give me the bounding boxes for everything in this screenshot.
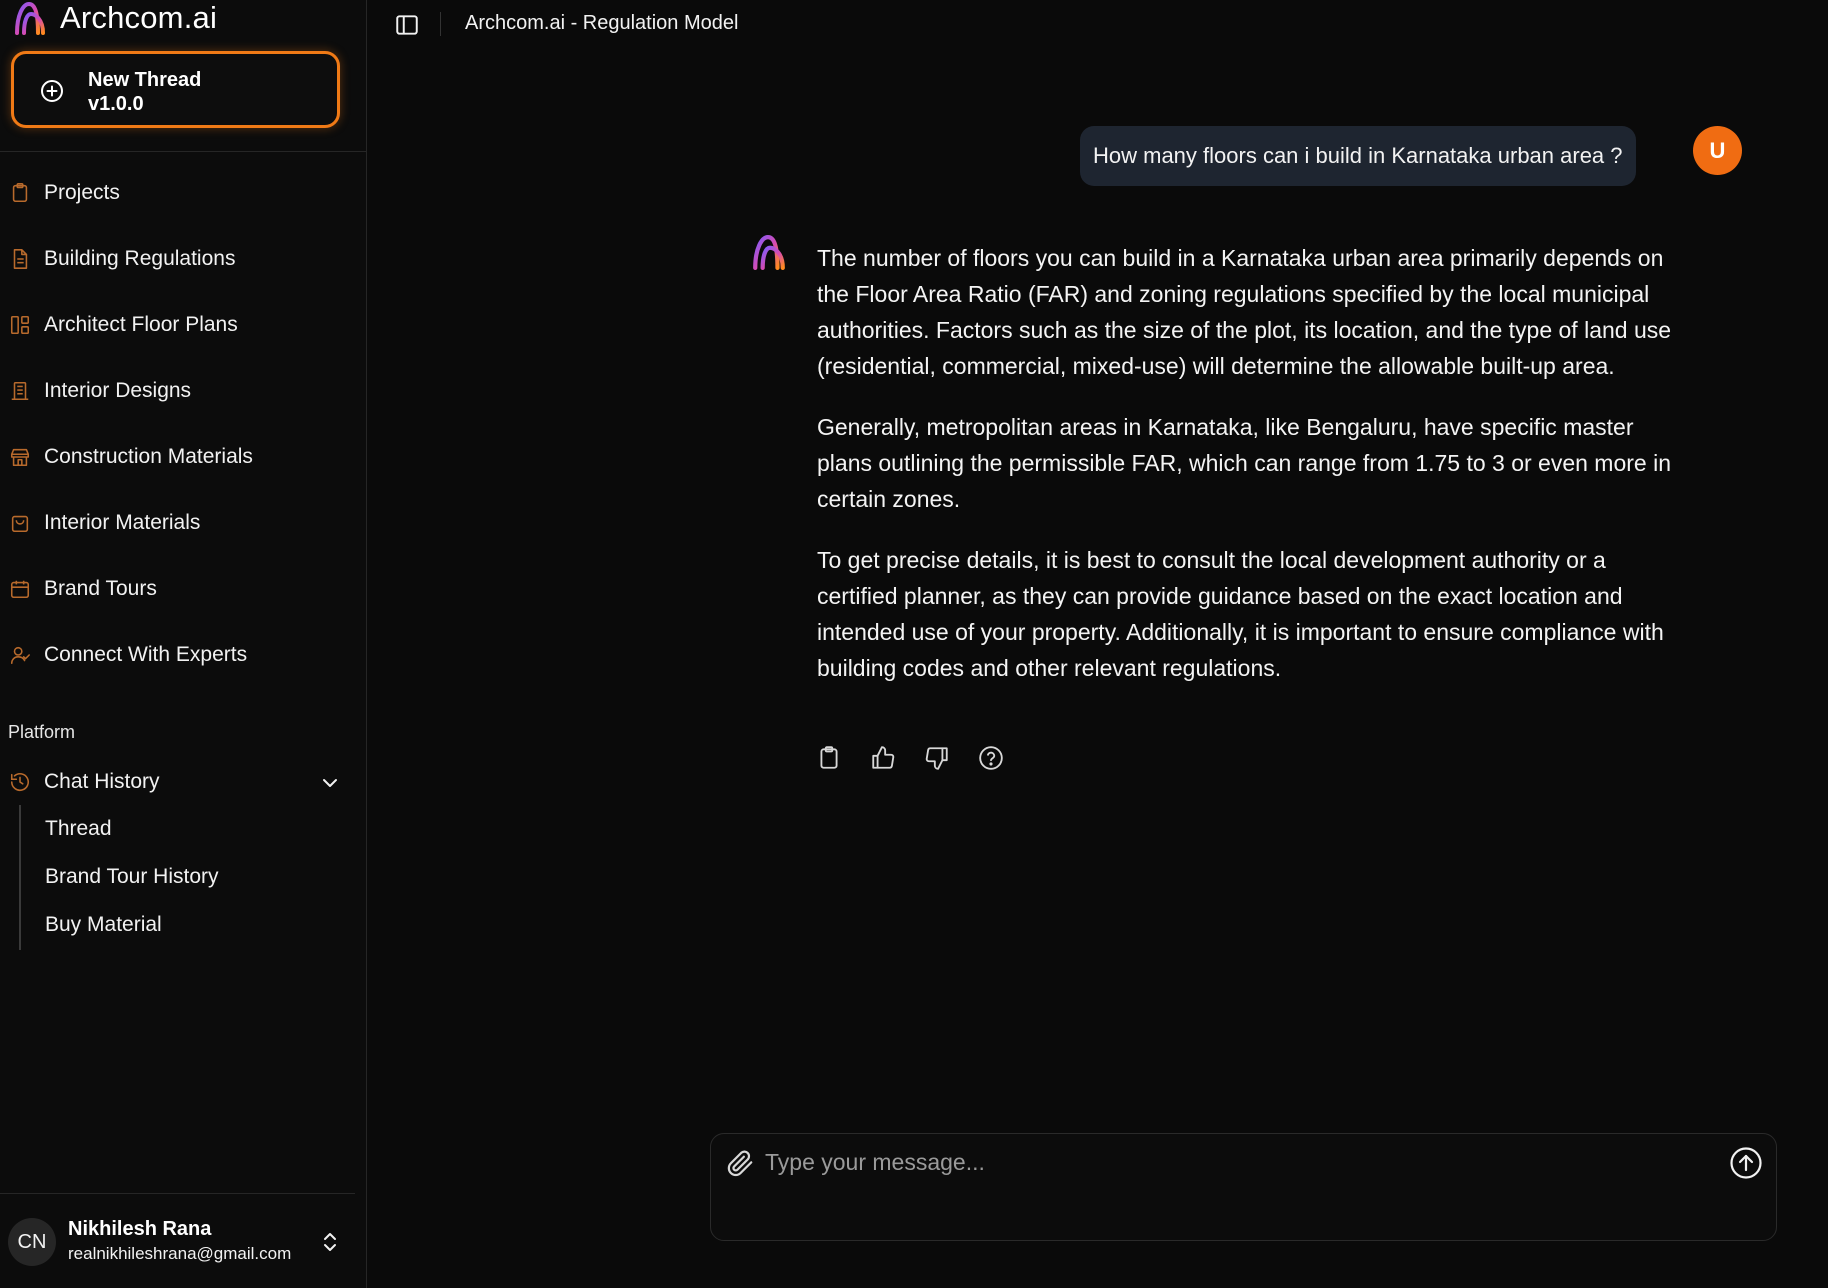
store-icon — [10, 448, 30, 467]
avatar: CN — [8, 1218, 56, 1266]
nav-item-interior-designs[interactable]: Interior Designs — [0, 371, 367, 411]
version-label: v1.0.0 — [88, 93, 144, 115]
plus-circle-icon — [41, 80, 63, 102]
assistant-paragraph: Generally, metropolitan areas in Karnata… — [817, 414, 1671, 512]
nav-label: Interior Designs — [44, 379, 192, 402]
nav-item-projects[interactable]: Projects — [0, 173, 367, 213]
nav-label: Connect With Experts — [44, 643, 248, 666]
new-thread-button[interactable]: New Thread v1.0.0 — [11, 51, 340, 128]
chat-history-label: Chat History — [44, 770, 160, 793]
sidebar: Archcom.ai New Thread v1.0.0 Projects Bu… — [0, 0, 367, 1288]
shopping-bag-icon — [11, 515, 29, 533]
chevron-down-icon — [323, 779, 337, 787]
message-input[interactable] — [765, 1144, 1665, 1180]
nav-item-connect-with-experts[interactable]: Connect With Experts — [0, 635, 367, 675]
nav-item-building-regulations[interactable]: Building Regulations — [0, 239, 367, 279]
assistant-logo-icon — [753, 235, 785, 270]
nav-item-interior-materials[interactable]: Interior Materials — [0, 503, 367, 543]
nav-label: Interior Materials — [44, 511, 201, 534]
chevrons-up-down-icon — [324, 1233, 336, 1251]
user-menu[interactable]: CN Nikhilesh Rana realnikhileshrana@gmai… — [8, 1216, 348, 1270]
user-message: How many floors can i build in Karnataka… — [1080, 126, 1636, 186]
user-check-icon — [10, 646, 30, 665]
new-thread-text: New Thread v1.0.0 — [88, 68, 201, 116]
nav-label: Brand Tours — [44, 577, 157, 600]
paperclip-icon[interactable] — [725, 1148, 755, 1178]
document-icon — [13, 249, 28, 269]
message-composer — [710, 1133, 1777, 1241]
chat-history-toggle[interactable]: Chat History — [0, 762, 367, 802]
page-title: Archcom.ai - Regulation Model — [465, 12, 739, 34]
header-divider — [440, 12, 441, 36]
divider — [0, 1193, 355, 1194]
submenu-item-thread[interactable]: Thread — [45, 817, 112, 841]
nav-label: Architect Floor Plans — [44, 313, 238, 336]
app-root: Archcom.ai New Thread v1.0.0 Projects Bu… — [0, 0, 1828, 1288]
nav-item-architect-floor-plans[interactable]: Architect Floor Plans — [0, 305, 367, 345]
clipboard-icon — [12, 183, 28, 203]
user-avatar: U — [1693, 126, 1742, 175]
sidebar-toggle-icon[interactable] — [394, 12, 420, 38]
thumbs-down-icon[interactable] — [924, 745, 950, 771]
help-circle-icon[interactable] — [978, 745, 1004, 771]
assistant-paragraph: The number of floors you can build in a … — [817, 245, 1672, 379]
nav-label: Projects — [44, 181, 120, 204]
nav-label: Building Regulations — [44, 247, 236, 270]
layout-icon — [10, 315, 30, 335]
assistant-message: The number of floors you can build in a … — [817, 240, 1687, 711]
nav-label: Construction Materials — [44, 445, 253, 468]
user-name: Nikhilesh Rana — [68, 1218, 212, 1240]
assistant-paragraph: To get precise details, it is best to co… — [817, 547, 1664, 681]
send-arrow-up-icon[interactable] — [1729, 1146, 1763, 1180]
archcom-logo-icon — [15, 1, 45, 35]
nav-item-construction-materials[interactable]: Construction Materials — [0, 437, 367, 477]
new-thread-label: New Thread — [88, 69, 202, 91]
user-email: realnikhileshrana@gmail.com — [68, 1244, 292, 1263]
submenu-item-brand-tour-history[interactable]: Brand Tour History — [45, 865, 219, 889]
divider — [0, 151, 367, 152]
thumbs-up-icon[interactable] — [870, 745, 896, 771]
brand[interactable]: Archcom.ai — [14, 0, 217, 36]
history-icon — [10, 773, 30, 791]
nav-item-brand-tours[interactable]: Brand Tours — [0, 569, 367, 609]
platform-section-label: Platform — [8, 722, 76, 742]
submenu-item-buy-material[interactable]: Buy Material — [45, 913, 162, 937]
building-icon — [11, 381, 29, 401]
calendar-icon — [10, 580, 30, 599]
brand-name: Archcom.ai — [60, 0, 218, 35]
copy-icon[interactable] — [816, 745, 842, 771]
submenu-line — [19, 805, 21, 950]
message-actions — [816, 745, 1032, 771]
